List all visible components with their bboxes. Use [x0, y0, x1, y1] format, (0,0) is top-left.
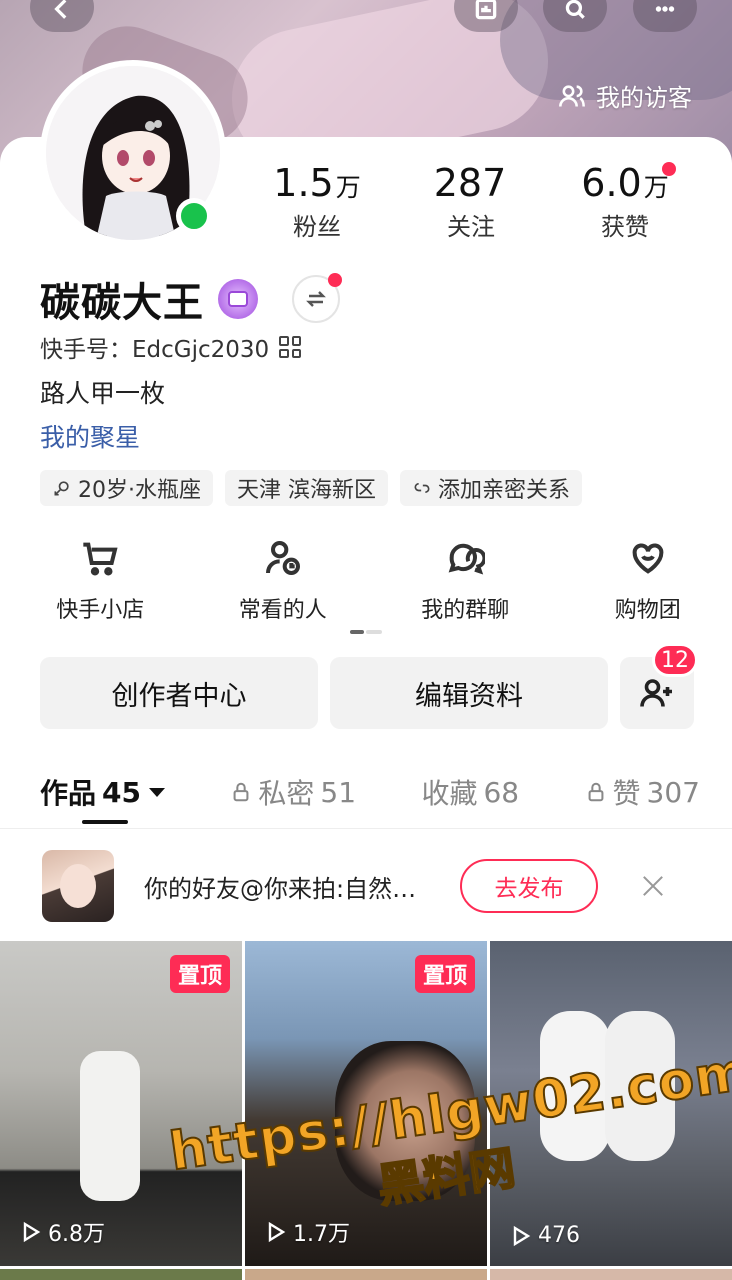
pinned-badge: 置顶 [169, 955, 230, 993]
tag-location: 天津 滨海新区 [225, 470, 388, 506]
tag-add-relation[interactable]: 添加亲密关系 [400, 470, 583, 506]
stats-row: 1.5万 粉丝 287 关注 6.0万 获赞 [240, 160, 720, 250]
friend-request-badge: 12 [652, 643, 698, 677]
kuaishou-id[interactable]: 快手号：EdcGjc2030 [40, 330, 302, 364]
qr-code-icon[interactable] [279, 336, 302, 358]
next-video-row [0, 1269, 732, 1280]
more-icon [655, 6, 675, 12]
play-icon [23, 1221, 41, 1243]
cart-icon [83, 542, 118, 576]
add-person-icon [640, 679, 672, 707]
play-count: 6.8万 [18, 1216, 105, 1248]
back-button[interactable] [30, 0, 94, 32]
stat-following[interactable]: 287 关注 [394, 160, 548, 250]
visitors-icon [559, 84, 585, 107]
tag-age-zodiac: 20岁·水瓶座 [40, 470, 213, 506]
link-hearts-icon [414, 483, 430, 493]
close-icon[interactable] [640, 873, 666, 899]
shortcut-row: 快手小店 常看的人 我的群聊 购物团 [0, 538, 732, 624]
add-friend-button[interactable]: 12 [620, 643, 698, 729]
female-icon [54, 481, 69, 496]
friend-notice-bar: 你的好友@你来拍:自然… 去发布 [0, 840, 732, 932]
bio-text: 路人甲一枚 [40, 379, 166, 408]
notice-text: 你的好友@你来拍:自然… [144, 874, 417, 903]
tabs-divider [0, 828, 732, 829]
profile-name: 碳碳大王 [40, 280, 204, 326]
tab-works[interactable]: 作品 45 [40, 772, 165, 812]
likes-red-dot [662, 162, 676, 176]
action-buttons: 创作者中心 编辑资料 12 [40, 643, 698, 729]
heart-bag-icon [632, 543, 664, 574]
chart-icon [475, 0, 497, 20]
person-clock-icon [265, 541, 300, 575]
lock-icon [588, 782, 603, 802]
online-status-dot [176, 198, 212, 234]
my-visitors-link[interactable]: 我的访客 [558, 78, 692, 113]
shortcut-shopping-group[interactable]: 购物团 [564, 538, 732, 624]
caret-down-icon [148, 787, 165, 797]
pinned-badge: 置顶 [414, 955, 475, 993]
shortcut-kuaishou-store[interactable]: 快手小店 [16, 538, 185, 624]
fan-star-link[interactable]: 我的聚星 [40, 418, 140, 454]
shortcut-group-chats[interactable]: 我的群聊 [381, 538, 550, 624]
play-icon [513, 1225, 531, 1246]
search-icon [565, 0, 585, 19]
stat-followers[interactable]: 1.5万 粉丝 [240, 160, 394, 250]
switch-account-button[interactable] [292, 273, 342, 323]
active-tab-indicator [82, 820, 128, 824]
creator-center-button[interactable]: 创作者中心 [40, 657, 318, 729]
shortcut-pager [350, 630, 382, 634]
name-row: 碳碳大王 [40, 270, 342, 328]
shortcut-frequent-people[interactable]: 常看的人 [199, 538, 368, 624]
group-chat-icon [448, 543, 486, 575]
switch-red-dot [328, 273, 342, 287]
chevron-left-icon [54, 0, 67, 19]
kuaishou-id-text: 快手号：EdcGjc2030 [40, 337, 270, 363]
play-count: 476 [508, 1223, 580, 1248]
tab-private[interactable]: 私密 51 [230, 772, 356, 812]
edit-profile-button[interactable]: 编辑资料 [330, 657, 608, 729]
tab-favorites[interactable]: 收藏 68 [421, 772, 519, 812]
swap-icon [306, 291, 326, 307]
stat-likes[interactable]: 6.0万 获赞 [548, 160, 702, 250]
tab-likes[interactable]: 赞 307 [585, 772, 700, 812]
verified-badge-icon[interactable] [218, 279, 258, 319]
visitors-label: 我的访客 [596, 84, 692, 112]
lock-icon [233, 782, 249, 802]
profile-tags: 20岁·水瓶座 天津 滨海新区 添加亲密关系 [40, 470, 583, 506]
content-tabs: 作品 45 私密 51 收藏 68 赞 307 [40, 762, 700, 822]
notice-thumbnail [42, 850, 114, 922]
publish-button[interactable]: 去发布 [460, 859, 598, 913]
